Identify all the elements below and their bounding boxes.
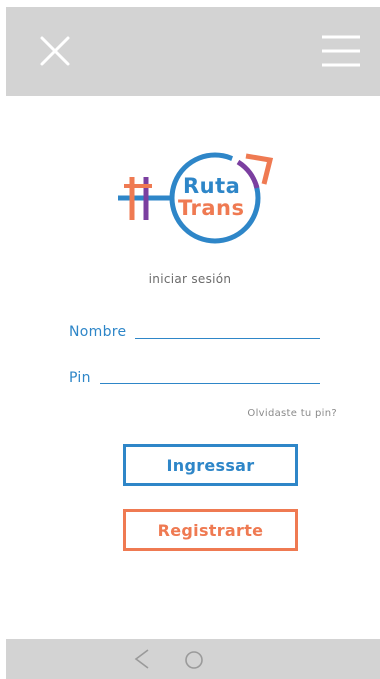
login-subtitle: iniciar sesión (148, 272, 232, 286)
close-icon (40, 36, 70, 66)
home-circle-icon (185, 651, 203, 669)
pin-input[interactable] (100, 367, 320, 384)
back-button[interactable] (130, 647, 154, 671)
menu-button[interactable] (318, 28, 362, 72)
login-button[interactable]: Ingressar (123, 444, 298, 486)
logo-text-ruta: Ruta (183, 174, 241, 198)
name-input[interactable] (135, 322, 320, 339)
back-arrow-icon (134, 649, 149, 669)
forgot-pin-link[interactable]: Olvidaste tu pin? (200, 408, 337, 419)
close-button[interactable] (32, 28, 76, 72)
register-button[interactable]: Registrarte (123, 509, 298, 551)
ruta-trans-logo: Ruta Trans (112, 144, 282, 254)
home-button[interactable] (182, 647, 206, 671)
logo-text-trans: Trans (178, 196, 245, 220)
system-nav-bar (6, 639, 380, 679)
hamburger-menu-icon (322, 35, 360, 67)
name-label: Nombre (69, 324, 127, 340)
pin-label: Pin (69, 370, 91, 386)
login-screen: Ruta Trans iniciar sesión Nombre Pin Olv… (0, 0, 380, 679)
